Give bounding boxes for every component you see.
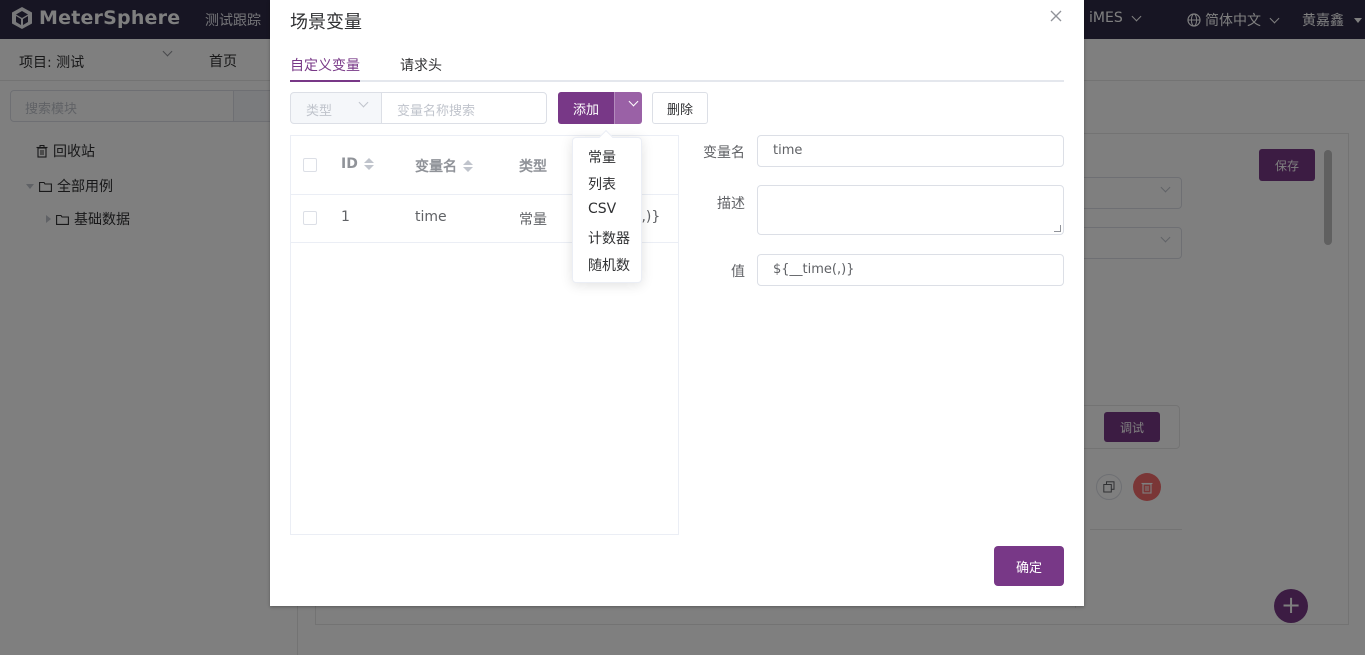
menu-item-csv[interactable]: CSV: [588, 201, 616, 217]
menu-item-list[interactable]: 列表: [588, 174, 616, 194]
column-label: 类型: [519, 159, 547, 175]
add-type-menu: 常量 列表 CSV 计数器 随机数: [572, 129, 642, 283]
dialog-title: 场景变量: [290, 12, 362, 33]
row-name: time: [415, 209, 447, 225]
active-tab-indicator: [290, 80, 360, 82]
column-id[interactable]: ID: [341, 156, 374, 172]
row-id: 1: [341, 209, 350, 225]
close-icon[interactable]: [1049, 9, 1063, 23]
column-name[interactable]: 变量名: [415, 156, 473, 176]
variable-name-input[interactable]: time: [757, 135, 1064, 167]
name-label: 变量名: [703, 145, 745, 161]
add-dropdown-toggle[interactable]: [614, 92, 642, 124]
sort-icon[interactable]: [463, 160, 473, 172]
dialog-tabs: 自定义变量 请求头: [290, 44, 1064, 82]
column-label: ID: [341, 156, 358, 172]
menu-item-counter[interactable]: 计数器: [588, 228, 630, 248]
value-label: 值: [731, 264, 745, 280]
menu-item-constant[interactable]: 常量: [588, 147, 616, 167]
confirm-button[interactable]: 确定: [994, 546, 1064, 586]
chevron-down-icon: [628, 96, 639, 107]
select-all-checkbox[interactable]: [303, 158, 317, 172]
chevron-down-icon: [358, 97, 369, 108]
column-label: 变量名: [415, 159, 457, 175]
type-filter-select[interactable]: 类型: [290, 92, 382, 124]
row-checkbox[interactable]: [303, 211, 317, 225]
variable-search-input[interactable]: 变量名称搜索: [381, 92, 547, 124]
scenario-variables-dialog: 场景变量 自定义变量 请求头 类型 变量名称搜索 添加 删除 ID 变量名 类型…: [270, 0, 1084, 606]
variable-value-input[interactable]: ${__time(,)}: [757, 254, 1064, 286]
resize-handle[interactable]: [1054, 225, 1061, 232]
description-textarea[interactable]: [757, 185, 1064, 235]
menu-item-random[interactable]: 随机数: [588, 255, 630, 275]
description-label: 描述: [717, 196, 745, 212]
delete-variable-button[interactable]: 删除: [652, 92, 708, 124]
row-type: 常量: [519, 212, 547, 228]
add-variable-button[interactable]: 添加: [558, 92, 614, 124]
column-type: 类型: [519, 156, 547, 176]
type-filter-placeholder: 类型: [306, 104, 333, 119]
tab-custom-variables[interactable]: 自定义变量: [290, 55, 360, 75]
menu-arrow: [598, 129, 614, 145]
sort-icon[interactable]: [363, 158, 374, 170]
tab-request-headers[interactable]: 请求头: [400, 55, 442, 75]
